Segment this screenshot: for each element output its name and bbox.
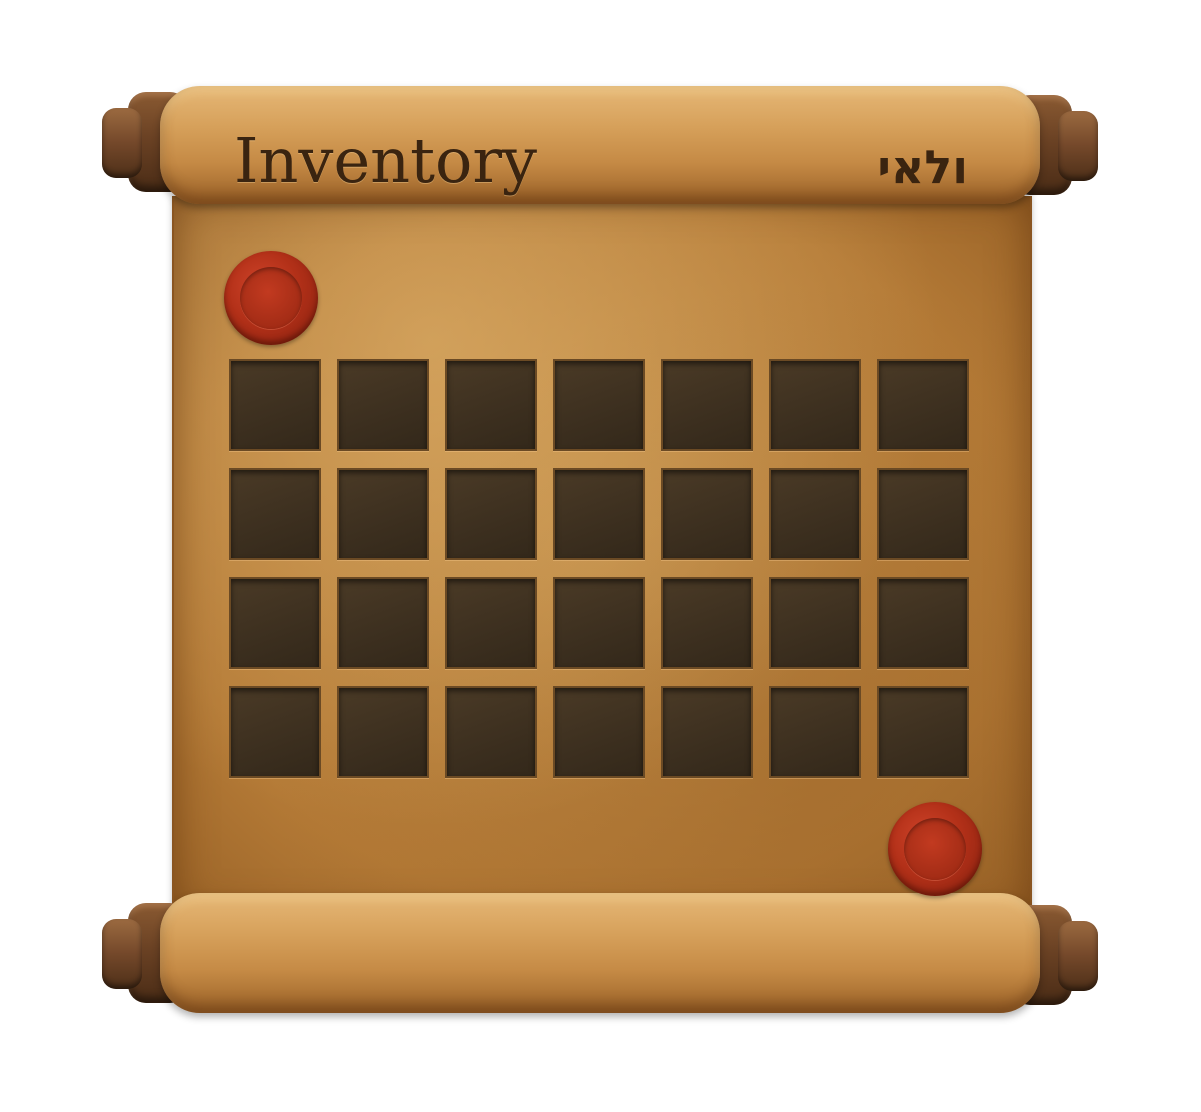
inventory-slot[interactable] [445, 468, 537, 560]
inventory-slot[interactable] [337, 468, 429, 560]
roller-cap [1058, 921, 1098, 991]
inventory-slot[interactable] [877, 686, 969, 778]
inventory-grid [229, 359, 969, 778]
wax-seal-icon [224, 251, 318, 345]
inventory-slot[interactable] [445, 577, 537, 669]
wax-seal-icon [888, 802, 982, 896]
inventory-slot[interactable] [337, 577, 429, 669]
inventory-slot[interactable] [337, 359, 429, 451]
hebrew-label: ולאי [877, 140, 968, 194]
inventory-slot[interactable] [229, 577, 321, 669]
inventory-slot[interactable] [445, 359, 537, 451]
inventory-slot[interactable] [553, 686, 645, 778]
inventory-slot[interactable] [877, 359, 969, 451]
inventory-slot[interactable] [337, 686, 429, 778]
inventory-slot[interactable] [229, 686, 321, 778]
inventory-slot[interactable] [877, 577, 969, 669]
inventory-scroll: Inventory ולאי [0, 0, 1201, 1112]
inventory-slot[interactable] [661, 686, 753, 778]
inventory-slot[interactable] [553, 577, 645, 669]
roller-cap [102, 919, 142, 989]
inventory-slot[interactable] [769, 686, 861, 778]
inventory-slot[interactable] [553, 359, 645, 451]
inventory-slot[interactable] [769, 468, 861, 560]
inventory-slot[interactable] [877, 468, 969, 560]
inventory-slot[interactable] [769, 577, 861, 669]
inventory-slot[interactable] [661, 577, 753, 669]
inventory-slot[interactable] [769, 359, 861, 451]
roller-cap [1058, 111, 1098, 181]
inventory-slot[interactable] [229, 359, 321, 451]
inventory-slot[interactable] [661, 468, 753, 560]
inventory-slot[interactable] [661, 359, 753, 451]
bottom-scroll-roller [160, 893, 1040, 1013]
inventory-slot[interactable] [445, 686, 537, 778]
inventory-slot[interactable] [553, 468, 645, 560]
inventory-title: Inventory [234, 124, 537, 197]
inventory-slot[interactable] [229, 468, 321, 560]
roller-cap [102, 108, 142, 178]
